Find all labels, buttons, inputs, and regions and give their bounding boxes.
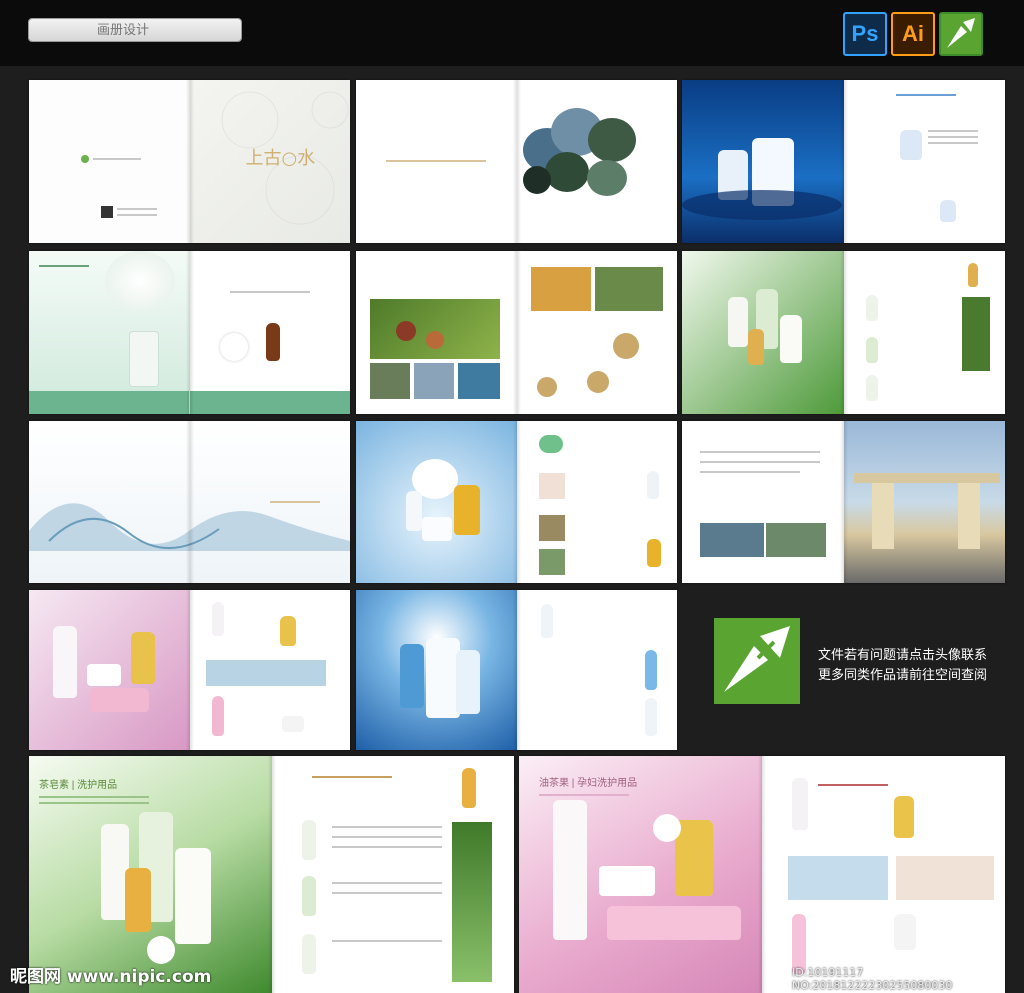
search-bar: 搜索: [28, 18, 242, 42]
brochure-spread-camellia: [29, 251, 350, 414]
brochure-spread-blue-light: [356, 590, 677, 750]
brochure-spread-green-feature: 茶皂素 | 洗护用品: [29, 756, 514, 993]
illustrator-icon: Ai: [891, 12, 935, 56]
brochure-spread-water-horses: [29, 421, 350, 583]
software-icons: Ps Ai: [843, 12, 983, 56]
notice-line-1: 文件若有问题请点击头像联系: [818, 648, 988, 663]
contact-notice: 文件若有问题请点击头像联系 更多同类作品请前往空间查阅: [818, 646, 987, 686]
coreldraw-icon: [939, 12, 983, 56]
top-bar: 搜索 Ps Ai: [0, 0, 1024, 66]
image-id-watermark: ID:10191117 NO:20181222230255080030: [792, 966, 953, 992]
search-input[interactable]: [29, 19, 241, 41]
brochure-spread-pregnancy-small: [29, 590, 350, 750]
brochure-spread-intro: [356, 80, 677, 243]
brochure-spread-fruit: [356, 251, 677, 414]
brochure-spread-pink-feature: 油茶果 | 孕妇洗护用品: [519, 756, 1005, 993]
brochure-spread-green-leaves: [682, 251, 1005, 414]
pink-feature-title: 油茶果 | 孕妇洗护用品: [539, 778, 638, 789]
coreldraw-logo: [714, 618, 800, 704]
green-feature-title: 茶皂素 | 洗护用品: [39, 780, 118, 791]
brochure-spread-detergent: [682, 80, 1005, 243]
notice-line-2: 更多同类作品请前往空间查阅: [818, 668, 988, 683]
photoshop-icon: Ps: [843, 12, 887, 56]
site-watermark: 昵图网 www.nipic.com: [10, 967, 212, 987]
brochure-spread-baby-care: [356, 421, 677, 583]
brochure-spread-cover: 上古○水: [29, 80, 350, 243]
brochure-spread-factory: [682, 421, 1005, 583]
